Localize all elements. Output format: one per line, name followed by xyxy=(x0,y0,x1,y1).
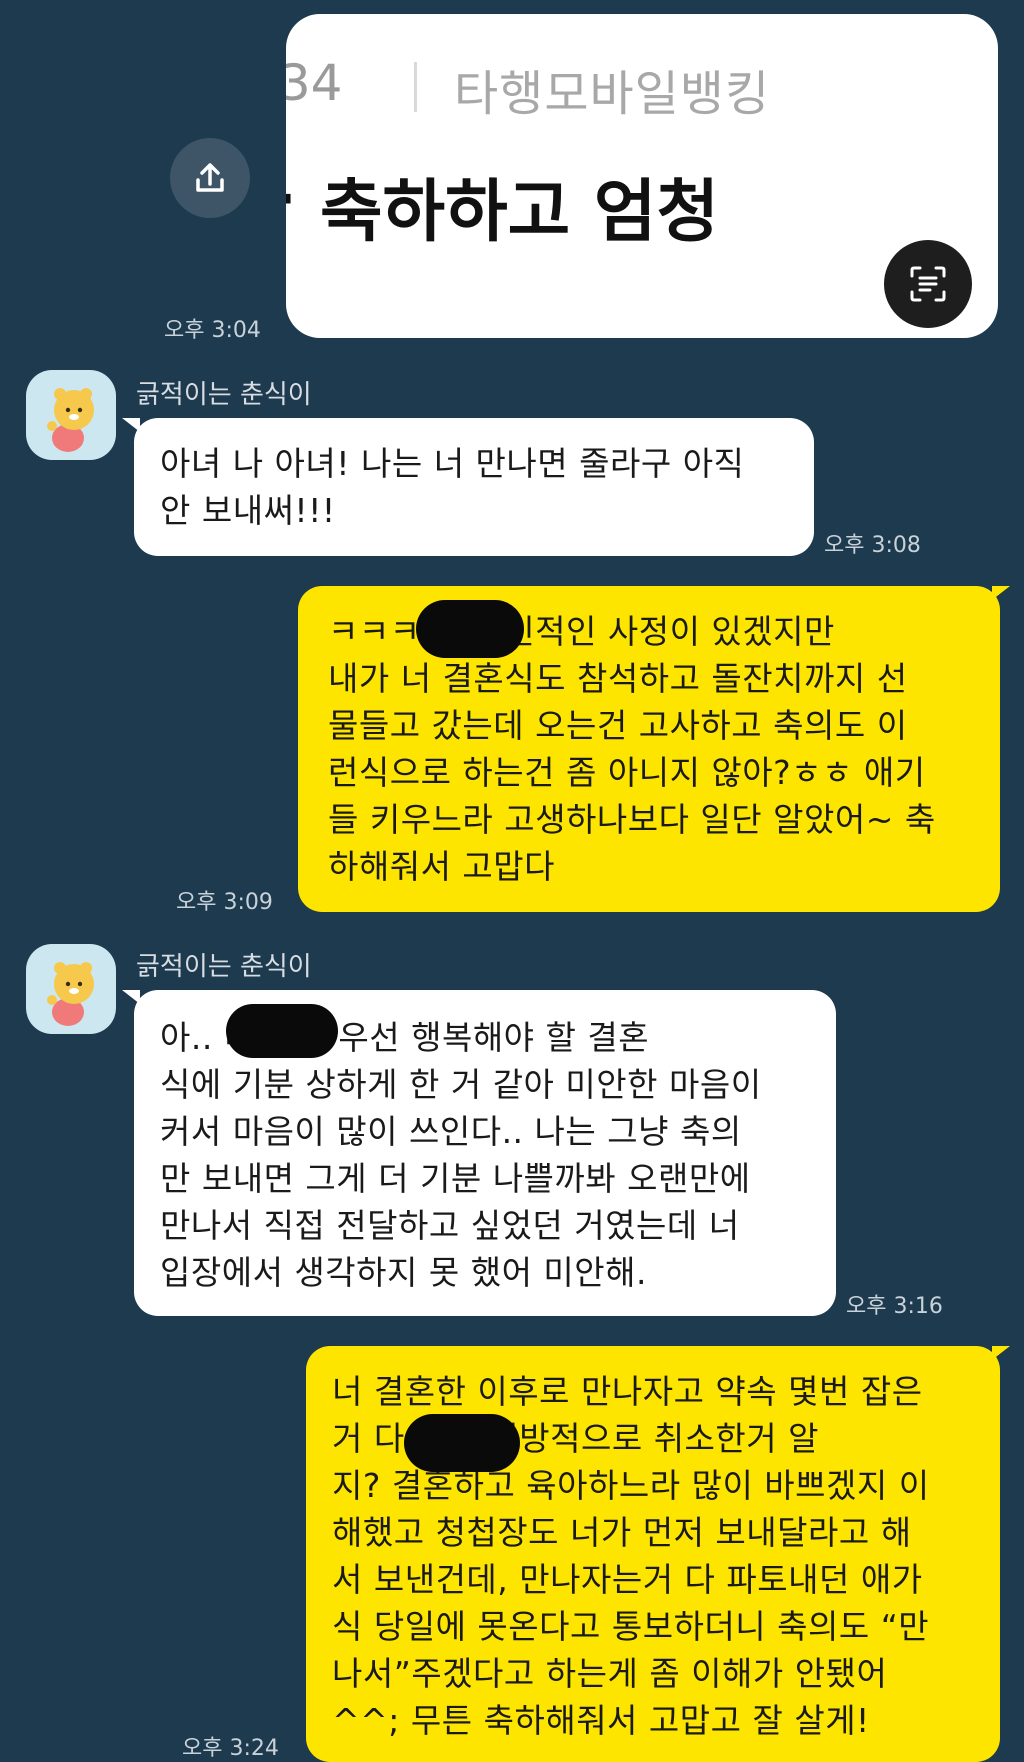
image-app-name: 타행모바일뱅킹 xyxy=(454,66,771,122)
image-status-time: :34 xyxy=(286,54,343,112)
avatar[interactable] xyxy=(26,944,116,1034)
image-headline: 축하하고 엄청 xyxy=(320,173,720,252)
shared-image-message[interactable]: :34 타행모바일뱅킹 - 축하하고 엄청 xyxy=(286,14,998,338)
bubble-tail xyxy=(992,586,1010,600)
message-bubble[interactable]: 너 결혼한 이후로 만나자고 약속 몇번 잡은 거 다 너가 일방적으로 취소한… xyxy=(306,1346,1000,1762)
text-scan-icon xyxy=(910,266,946,302)
image-divider xyxy=(414,62,417,112)
text-scan-button[interactable] xyxy=(884,240,972,328)
message-time: 오후 3:24 xyxy=(182,1736,279,1761)
sender-name: 긁적이는 춘식이 xyxy=(136,380,312,410)
message-bubble[interactable]: 아녀 나 아녀! 나는 너 만나면 줄라구 아직 안 보내써!!! xyxy=(134,418,814,556)
message-time: 오후 3:08 xyxy=(824,533,921,558)
message-time: 오후 3:04 xyxy=(164,318,261,343)
message-time: 오후 3:16 xyxy=(846,1294,943,1319)
choonsik-avatar-icon xyxy=(47,388,94,452)
redaction-mark xyxy=(404,1414,520,1472)
avatar[interactable] xyxy=(26,370,116,460)
image-cropped-fragment: - xyxy=(286,156,294,235)
sender-name: 긁적이는 춘식이 xyxy=(136,952,312,982)
message-bubble[interactable]: ㅋㅋㅋ 뭐 개인적인 사정이 있겠지만 내가 너 결혼식도 참석하고 돌잔치까지… xyxy=(298,586,1000,912)
share-icon xyxy=(196,163,224,192)
choonsik-avatar-icon xyxy=(47,962,94,1026)
bubble-tail xyxy=(992,1346,1010,1360)
redaction-mark xyxy=(226,1004,338,1058)
message-time: 오후 3:09 xyxy=(176,890,273,915)
share-button[interactable] xyxy=(170,138,250,218)
redaction-mark xyxy=(416,600,524,658)
